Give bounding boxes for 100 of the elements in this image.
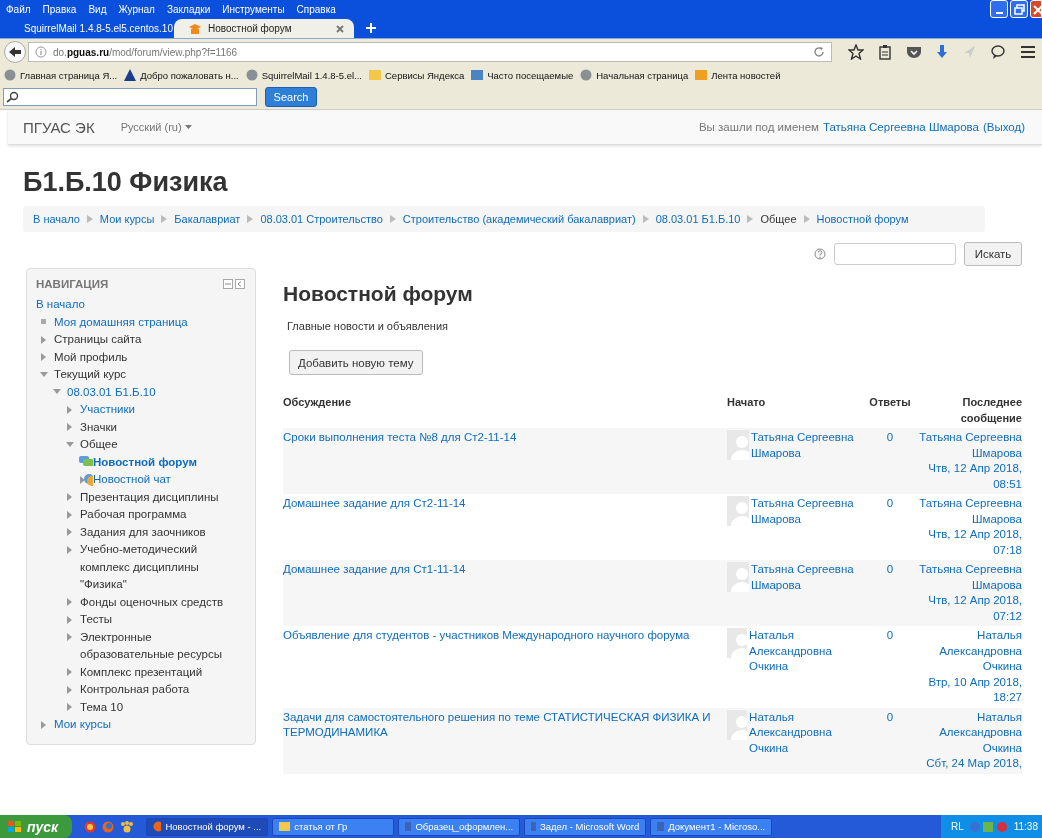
firefox-icon[interactable] [102,820,115,833]
collapsed-arrow-icon[interactable] [66,598,74,606]
last-post-author[interactable]: Татьяна Сергеевна Шмарова [915,562,1022,593]
clipboard-icon[interactable] [878,44,892,60]
replies-count[interactable]: 0 [886,710,894,723]
collapsed-arrow-icon[interactable] [66,423,74,431]
collapsed-arrow-icon[interactable] [66,703,74,711]
last-post-date[interactable]: Чтв, 12 Апр 2018, 07:18 [915,527,1022,558]
discussion-link[interactable]: Домашнее задание для Ст2-11-14 [283,496,719,512]
nav-item[interactable]: Текущий курс [54,366,127,384]
menu-item[interactable]: Файл [6,3,31,15]
opera-icon[interactable] [84,820,97,833]
replies-count[interactable]: 0 [886,431,894,443]
replies-count[interactable]: 0 [886,497,894,509]
bookmark-item[interactable]: Часто посещаемые [471,69,574,81]
add-topic-button[interactable]: Добавить новую тему [289,350,423,375]
replies-count[interactable]: 0 [886,563,894,575]
bookmark-item[interactable]: Добро пожаловать н... [124,69,239,81]
nav-item[interactable]: Фонды оценочных средств [80,593,224,611]
nav-item[interactable]: Учебно-методический комплекс дисциплины "Физика" [80,541,245,594]
author-link[interactable]: Наталья Александровна Очкина [749,628,865,675]
browser-tab[interactable]: Новостной форум [174,19,354,38]
last-post-date[interactable]: Чтв, 12 Апр 2018, 07:12 [915,593,1022,624]
nav-item[interactable]: Мои курсы [54,716,111,734]
author-link[interactable]: Татьяна Сергеевна Шмарова [750,430,865,461]
collapsed-arrow-icon[interactable] [79,475,85,484]
expanded-arrow-icon[interactable] [53,388,61,396]
start-button[interactable]: пуск [0,815,73,838]
star-icon[interactable] [848,44,864,60]
tray-icons[interactable] [968,820,1009,833]
language-menu[interactable]: Русский (ru) [120,121,192,133]
breadcrumb-item[interactable]: Мои курсы [99,213,155,225]
breadcrumb-item[interactable]: 08.03.01 Б1.Б.10 [655,213,741,225]
breadcrumb-item[interactable]: Строительство (академический бакалавриат) [402,213,636,225]
menu-item[interactable]: Вид [88,3,107,15]
address-bar[interactable]: do.pguas.ru/mod/forum/view.php?f=1166 [28,42,832,62]
menu-item[interactable]: Инструменты [222,3,285,15]
collapsed-arrow-icon[interactable] [66,685,74,694]
last-post-date[interactable]: Чтв, 12 Апр 2018, 08:51 [915,461,1022,492]
restore-icon[interactable] [1010,0,1028,18]
help-icon[interactable] [814,248,826,260]
paw-icon[interactable] [120,820,135,833]
collapsed-arrow-icon[interactable] [66,405,74,414]
last-post-author[interactable]: Татьяна Сергеевна Шмарова [915,496,1022,527]
nav-item[interactable]: Значки [80,418,117,436]
nav-item[interactable]: Общее [80,436,118,454]
collapsed-arrow-icon[interactable] [66,668,74,676]
collapsed-arrow-icon[interactable] [40,353,48,361]
nav-item[interactable]: Задания для заочников [80,523,206,541]
collapsed-arrow-icon[interactable] [40,720,48,729]
logout-link[interactable]: (Выход) [982,121,1025,133]
collapsed-arrow-icon[interactable] [66,528,74,536]
taskbar-button[interactable]: статья от Гр [272,817,395,836]
discussion-link[interactable]: Домашнее задание для Ст1-11-14 [283,562,719,578]
nav-item[interactable]: Новостной чат [93,471,171,489]
search-button[interactable]: Искать [964,242,1022,266]
pocket-icon[interactable] [906,45,922,59]
nav-item[interactable]: 08.03.01 Б1.Б.10 [67,383,156,401]
breadcrumb-item[interactable]: Новостной форум [816,213,909,225]
nav-item[interactable]: Моя домашняя страница [54,313,188,331]
taskbar-button[interactable]: Новостной форум - ... [146,817,269,836]
last-post-author[interactable]: Наталья Александровна Очкина [915,709,1022,756]
breadcrumb-item[interactable]: Общее [760,213,797,225]
menu-item[interactable]: Правка [42,3,77,15]
nav-item[interactable]: Тесты [80,611,113,629]
expanded-arrow-icon[interactable] [66,440,74,449]
nav-item[interactable]: Электронные образовательные ресурсы [80,628,245,664]
send-icon[interactable] [962,45,976,59]
reload-icon[interactable] [813,46,825,58]
collapsed-arrow-icon[interactable] [66,493,74,501]
user-link[interactable]: Татьяна Сергеевна Шмарова [822,121,979,133]
menu-item[interactable]: Журнал [118,3,155,15]
taskbar-button[interactable]: Задел - Microsoft Word [524,817,647,836]
nav-item[interactable]: Тема 10 [80,698,124,716]
menu-item[interactable]: Закладки [166,3,211,15]
taskbar-button[interactable]: Образец_оформлен... [398,817,521,836]
last-post-date[interactable]: Втр, 10 Апр 2018, 18:27 [915,674,1022,706]
bookmark-item[interactable]: Лента новостей [695,69,781,81]
last-post-author[interactable]: Татьяна Сергеевна Шмарова [915,430,1022,461]
nav-item[interactable]: Участники [80,401,135,419]
menu-icon[interactable] [1020,45,1036,59]
nav-item[interactable]: В начало [36,296,85,314]
collapsed-arrow-icon[interactable] [66,545,74,554]
search-button[interactable]: Search [265,87,317,107]
language-indicator[interactable]: RL [950,821,964,832]
back-button[interactable] [4,41,26,63]
last-post-author[interactable]: Наталья Александровна Очкина [915,628,1022,675]
bookmark-item[interactable]: Сервисы Яндекса [369,69,465,81]
nav-item[interactable]: Презентация дисциплины [80,488,219,506]
bookmark-item[interactable]: SquirrelMail 1.4.8-5.el... [245,69,362,81]
bookmark-item[interactable]: Главная страница Я... [4,69,118,81]
site-brand[interactable]: ПГУАС ЭК [23,118,95,136]
search-field[interactable] [3,88,257,106]
nav-item[interactable]: Контрольная работа [80,681,190,699]
collapsed-arrow-icon[interactable] [66,615,74,624]
bookmark-item[interactable]: Начальная страница [580,69,689,81]
author-link[interactable]: Наталья Александровна Очкина [749,709,865,756]
discussion-link[interactable]: Сроки выполнения теста №8 для Ст2-11-14 [283,430,719,446]
new-tab-icon[interactable] [366,23,376,33]
forum-search-field[interactable] [834,243,956,265]
